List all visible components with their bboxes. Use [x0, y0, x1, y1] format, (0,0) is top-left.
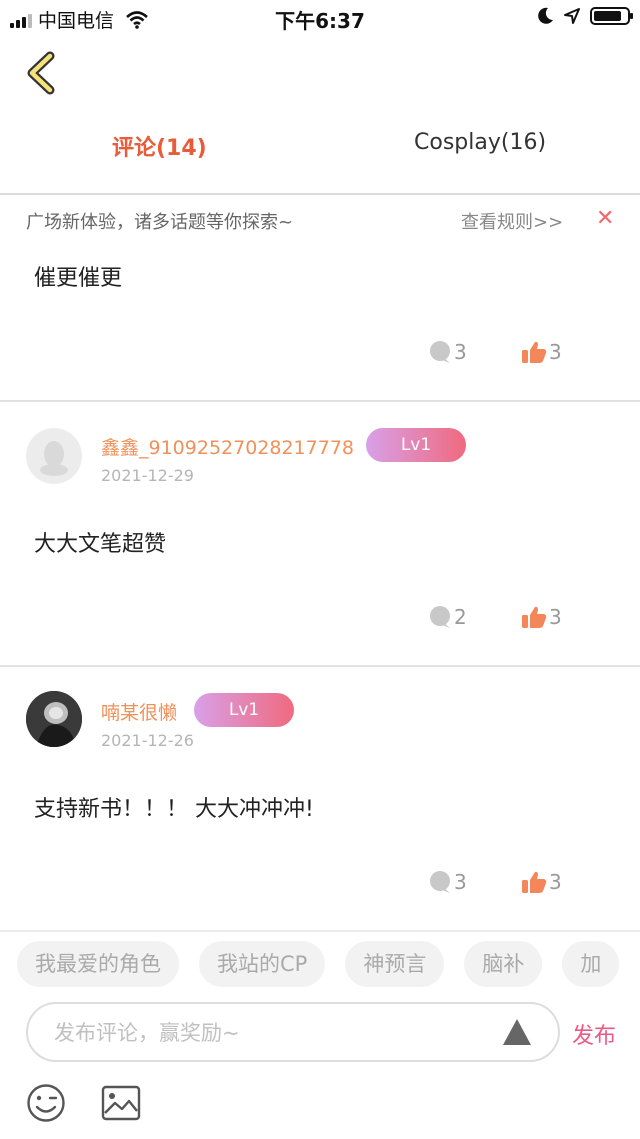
comment-input-wrapper: [26, 1002, 560, 1062]
like-count[interactable]: 3: [521, 340, 562, 364]
comment-text: 支持新书！！！ 大大冲冲冲!: [34, 797, 314, 822]
like-count[interactable]: 3: [521, 870, 562, 894]
topic-chips: 我最爱的角色 我站的CP 神预言 脑补 加: [17, 941, 620, 987]
default-avatar-icon: [40, 441, 68, 476]
reply-count-value: 3: [454, 340, 467, 364]
like-count-value: 3: [549, 870, 562, 894]
image-icon[interactable]: [101, 1085, 141, 1121]
reply-count[interactable]: 3: [428, 340, 467, 364]
reply-count[interactable]: 3: [428, 870, 467, 894]
topic-chip[interactable]: 我站的CP: [199, 941, 326, 987]
avatar[interactable]: [26, 428, 82, 484]
level-badge: Lv1: [366, 428, 466, 462]
divider: [0, 930, 640, 932]
comment-input[interactable]: [52, 1014, 496, 1052]
send-triangle-icon[interactable]: [502, 1017, 532, 1047]
comment-bubble-icon: [430, 341, 450, 363]
publish-button[interactable]: 发布: [572, 1018, 616, 1050]
username[interactable]: 喃某很懒: [101, 698, 177, 725]
avatar[interactable]: [26, 691, 82, 747]
username[interactable]: 鑫鑫_91092527028217778: [101, 433, 354, 460]
reply-count-value: 2: [454, 605, 467, 629]
user-photo: [26, 691, 82, 747]
comment-item: 喃某很懒 Lv1 2021-12-26 支持新书！！！ 大大冲冲冲! 3 3: [0, 667, 640, 929]
comment-item: 催更催更 3 3: [0, 0, 640, 400]
comment-bubble-icon: [430, 871, 450, 893]
thumbs-up-icon: [522, 341, 547, 363]
like-count-value: 3: [549, 340, 562, 364]
reply-count[interactable]: 2: [428, 605, 467, 629]
comment-item: 鑫鑫_91092527028217778 Lv1 2021-12-29 大大文笔…: [0, 402, 640, 666]
comment-bubble-icon: [430, 606, 450, 628]
topic-chip[interactable]: 我最爱的角色: [17, 941, 179, 987]
like-count-value: 3: [549, 605, 562, 629]
comment-text: 催更催更: [34, 266, 123, 291]
thumbs-up-icon: [522, 871, 547, 893]
reply-count-value: 3: [454, 870, 467, 894]
level-badge: Lv1: [194, 693, 294, 727]
comment-date: 2021-12-29: [101, 466, 194, 485]
topic-chip[interactable]: 加: [562, 941, 620, 987]
comment-date: 2021-12-26: [101, 731, 194, 750]
topic-chip[interactable]: 神预言: [345, 941, 445, 987]
comment-text: 大大文笔超赞: [34, 532, 167, 557]
thumbs-up-icon: [522, 606, 547, 628]
like-count[interactable]: 3: [521, 605, 562, 629]
topic-chip[interactable]: 脑补: [464, 941, 543, 987]
emoji-icon[interactable]: [26, 1083, 66, 1123]
